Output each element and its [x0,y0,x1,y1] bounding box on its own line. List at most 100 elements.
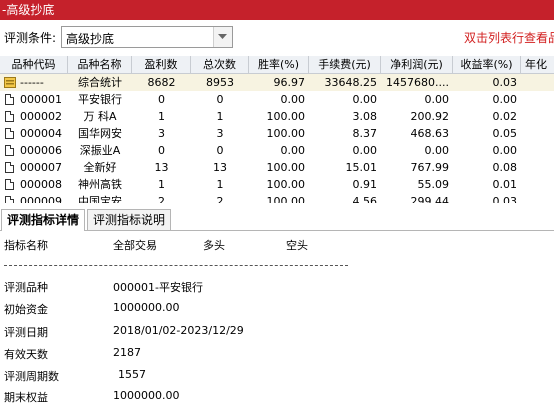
cell-fee: 3.08 [352,110,378,123]
detail-value: 1000000.00 [113,389,180,402]
document-icon [5,145,14,156]
detail-header-short: 空头 [286,239,308,252]
summary-yield: 0.03 [492,76,518,89]
results-table: 品种代码 品种名称 盈利数 总次数 胜率(%) 手续费(元) 净利润(元) 收益… [0,56,554,203]
cell-profit: 468.63 [410,127,450,140]
document-icon [5,111,14,122]
window-title: -高级抄底 [2,3,55,17]
cell-yield: 0.00 [492,144,518,157]
cell-rate: 100.00 [266,127,306,140]
cell-name: 深振业A [79,144,121,157]
tab-indicator-details[interactable]: 评测指标详情 [1,209,86,231]
document-icon [5,196,14,203]
cell-profit: 299.44 [410,195,450,203]
table-row[interactable]: 000008 神州高铁 1 1 100.00 0.91 55.09 0.01 [0,176,554,193]
window-title-bar: -高级抄底 [0,0,554,20]
cell-code: 000002 [20,110,62,123]
cell-fee: 8.37 [352,127,378,140]
cell-code: 000001 [20,93,62,106]
table-header: 品种代码 品种名称 盈利数 总次数 胜率(%) 手续费(元) 净利润(元) 收益… [0,56,554,74]
cell-code: 000006 [20,144,62,157]
table-row[interactable]: 000002 万 科A 1 1 100.00 3.08 200.92 0.02 [0,108,554,125]
detail-label: 初始资金 [4,303,48,316]
cell-yield: 0.05 [492,127,518,140]
table-row[interactable]: 000001 平安银行 0 0 0.00 0.00 0.00 0.00 [0,91,554,108]
col-header-yield[interactable]: 收益率(%) [453,56,521,73]
cell-wins: 1 [158,110,165,123]
table-row[interactable]: 000007 全新好 13 13 100.00 15.01 767.99 0.08 [0,159,554,176]
cell-profit: 200.92 [410,110,450,123]
cell-name: 中国宝安 [78,195,122,203]
summary-code: ------ [20,76,44,89]
detail-tabs: 评测指标详情 评测指标说明 [0,206,554,231]
criteria-label: 评测条件: [4,31,57,45]
cell-total: 13 [213,161,227,174]
cell-name: 平安银行 [78,93,122,106]
cell-total: 0 [216,93,224,106]
cell-total: 3 [216,127,224,140]
summary-profit: 1457680.... [386,76,449,89]
cell-fee: 4.56 [352,195,378,203]
summary-name: 综合统计 [78,76,122,89]
table-row[interactable]: 000006 深振业A 0 0 0.00 0.00 0.00 0.00 [0,142,554,159]
cell-wins: 2 [158,195,165,203]
summary-icon [4,77,16,88]
cell-rate: 0.00 [280,93,306,106]
summary-total: 8953 [206,76,234,89]
cell-rate: 100.00 [266,110,306,123]
col-header-wins[interactable]: 盈利数 [132,56,191,73]
detail-header-long: 多头 [203,239,225,252]
col-header-profit[interactable]: 净利润(元) [381,56,453,73]
chevron-down-icon[interactable] [213,27,232,47]
cell-wins: 3 [158,127,165,140]
cell-total: 0 [216,144,224,157]
detail-panel: 指标名称 全部交易 多头 空头 评测品种 000001-平安银行 初始资金 10… [0,231,554,404]
cell-fee: 0.00 [352,144,378,157]
cell-code: 000009 [20,195,62,203]
cell-code: 000004 [20,127,62,140]
divider [4,265,348,266]
cell-wins: 1 [158,178,165,191]
detail-label: 评测品种 [4,281,48,294]
cell-profit: 0.00 [424,144,450,157]
cell-yield: 0.00 [492,93,518,106]
cell-fee: 0.91 [352,178,378,191]
col-header-annual[interactable]: 年化 [521,56,554,73]
col-header-total[interactable]: 总次数 [191,56,249,73]
document-icon [5,162,14,173]
double-click-hint: 双击列表行查看品 [464,31,554,45]
cell-rate: 0.00 [280,144,306,157]
detail-label: 评测周期数 [4,370,59,383]
detail-header-name: 指标名称 [4,239,48,252]
col-header-code[interactable]: 品种代码 [0,56,68,73]
col-header-rate[interactable]: 胜率(%) [249,56,309,73]
document-icon [5,128,14,139]
cell-yield: 0.03 [492,195,518,203]
cell-total: 2 [216,195,224,203]
cell-yield: 0.08 [492,161,518,174]
cell-code: 000007 [20,161,62,174]
criteria-select-value: 高级抄底 [66,32,115,46]
detail-value: 1000000.00 [113,301,180,314]
cell-wins: 13 [154,161,169,174]
cell-wins: 0 [158,93,165,106]
summary-rate: 96.97 [273,76,306,89]
cell-rate: 100.00 [266,195,306,203]
cell-wins: 0 [158,144,165,157]
col-header-name[interactable]: 品种名称 [68,56,132,73]
summary-fee: 33648.25 [324,76,378,89]
cell-rate: 100.00 [266,161,306,174]
detail-value: 1557 [118,368,146,381]
cell-total: 1 [216,178,224,191]
summary-row[interactable]: ------ 综合统计 8682 8953 96.97 33648.25 145… [0,74,554,91]
detail-value: 2187 [113,346,141,359]
col-header-fee[interactable]: 手续费(元) [309,56,381,73]
cell-profit: 767.99 [410,161,450,174]
cell-profit: 0.00 [424,93,450,106]
table-row[interactable]: 000004 国华网安 3 3 100.00 8.37 468.63 0.05 [0,125,554,142]
document-icon [5,94,14,105]
criteria-select[interactable]: 高级抄底 [61,26,233,48]
tab-indicator-explanation[interactable]: 评测指标说明 [87,209,172,230]
cell-fee: 0.00 [352,93,378,106]
table-row[interactable]: 000009 中国宝安 2 2 100.00 4.56 299.44 0.03 [0,193,554,203]
